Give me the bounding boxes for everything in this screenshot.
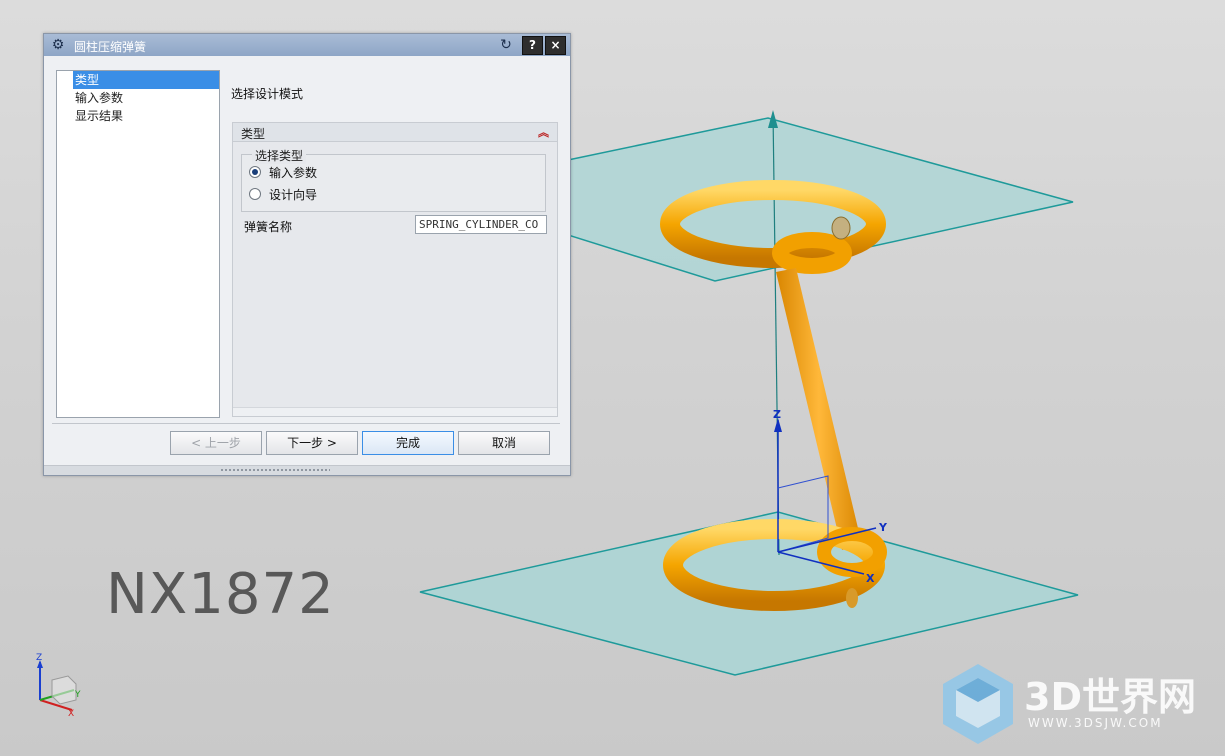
- spring-name-input[interactable]: SPRING_CYLINDER_CO: [415, 215, 547, 234]
- help-button[interactable]: ?: [522, 36, 543, 55]
- option-design-wizard[interactable]: 设计向导: [249, 186, 317, 204]
- nav-item-show-results[interactable]: 显示结果: [57, 107, 219, 125]
- type-group-title: 类型: [241, 127, 266, 141]
- radio-input-params[interactable]: [249, 166, 261, 178]
- option-input-params-label: 输入参数: [269, 166, 318, 180]
- triad-z-label: Z: [36, 653, 42, 663]
- collapse-chevron-icon[interactable]: ︽: [538, 124, 549, 140]
- design-mode-heading: 选择设计模式: [231, 87, 304, 101]
- type-group: 类型 ︽ 选择类型 输入参数 设计向导 弹簧名称 SPRING_CYLINDER…: [232, 122, 558, 417]
- option-input-params[interactable]: 输入参数: [249, 164, 317, 182]
- spring-dialog: ⚙ 圆柱压缩弹簧 ↻ ? × 类型 输入参数 显示结果 选择设计模式 类型 ︽ …: [43, 33, 571, 476]
- watermark-text: 3D世界网: [1024, 675, 1196, 719]
- reset-icon[interactable]: ↻: [498, 37, 514, 53]
- top-coil-end: [831, 216, 851, 240]
- radio-design-wizard[interactable]: [249, 188, 261, 200]
- triad-x-label: X: [68, 709, 74, 719]
- gear-icon: ⚙: [51, 37, 65, 53]
- csys-z-label: Z: [773, 408, 781, 421]
- watermark-url: WWW.3DSJW.COM: [1028, 716, 1163, 730]
- step-navigation-list: 类型 输入参数 显示结果: [56, 70, 220, 418]
- spring-rod[interactable]: [776, 268, 862, 550]
- option-design-wizard-label: 设计向导: [269, 188, 318, 202]
- resize-grip[interactable]: [44, 465, 570, 475]
- nav-item-input-params[interactable]: 输入参数: [57, 89, 219, 107]
- group-footer: [233, 407, 557, 416]
- triad-y-label: Y: [74, 690, 81, 700]
- type-group-header[interactable]: 类型 ︽: [233, 123, 557, 142]
- select-type-fieldset: 选择类型 输入参数 设计向导: [241, 147, 546, 212]
- button-separator: [52, 423, 560, 424]
- next-button[interactable]: 下一步 >: [266, 431, 358, 455]
- back-button[interactable]: < 上一步: [170, 431, 262, 455]
- nav-item-type[interactable]: 类型: [73, 71, 219, 89]
- view-triad[interactable]: [37, 660, 77, 711]
- close-button[interactable]: ×: [545, 36, 566, 55]
- product-version-label: NX1872: [106, 562, 335, 627]
- csys-y-label: Y: [878, 521, 888, 534]
- dialog-titlebar[interactable]: ⚙ 圆柱压缩弹簧 ↻ ? ×: [44, 34, 570, 56]
- watermark: 3D世界网 WWW.3DSJW.COM: [940, 660, 1210, 745]
- finish-button[interactable]: 完成: [362, 431, 454, 455]
- spring-name-label: 弹簧名称: [244, 220, 293, 234]
- select-type-legend: 选择类型: [252, 147, 307, 164]
- dialog-title: 圆柱压缩弹簧: [74, 40, 147, 54]
- csys-x-label: X: [866, 572, 875, 585]
- bottom-coil-end: [846, 588, 858, 608]
- cancel-button[interactable]: 取消: [458, 431, 550, 455]
